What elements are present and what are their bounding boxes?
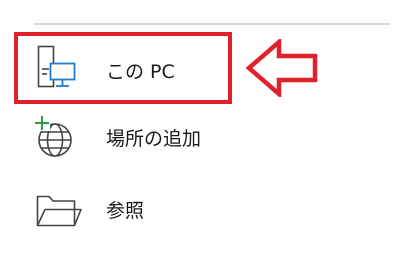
nav-item-browse[interactable]: 参照 <box>34 182 284 240</box>
add-place-globe-icon <box>34 110 88 168</box>
nav-item-label: この PC <box>106 61 175 83</box>
folder-icon <box>34 182 88 240</box>
nav-item-label: 場所の追加 <box>106 128 202 150</box>
this-pc-icon <box>34 43 88 101</box>
left-arrow-icon <box>245 37 318 99</box>
top-divider <box>34 23 390 25</box>
nav-item-label: 参照 <box>106 200 145 222</box>
nav-item-add-location[interactable]: 場所の追加 <box>34 110 284 168</box>
